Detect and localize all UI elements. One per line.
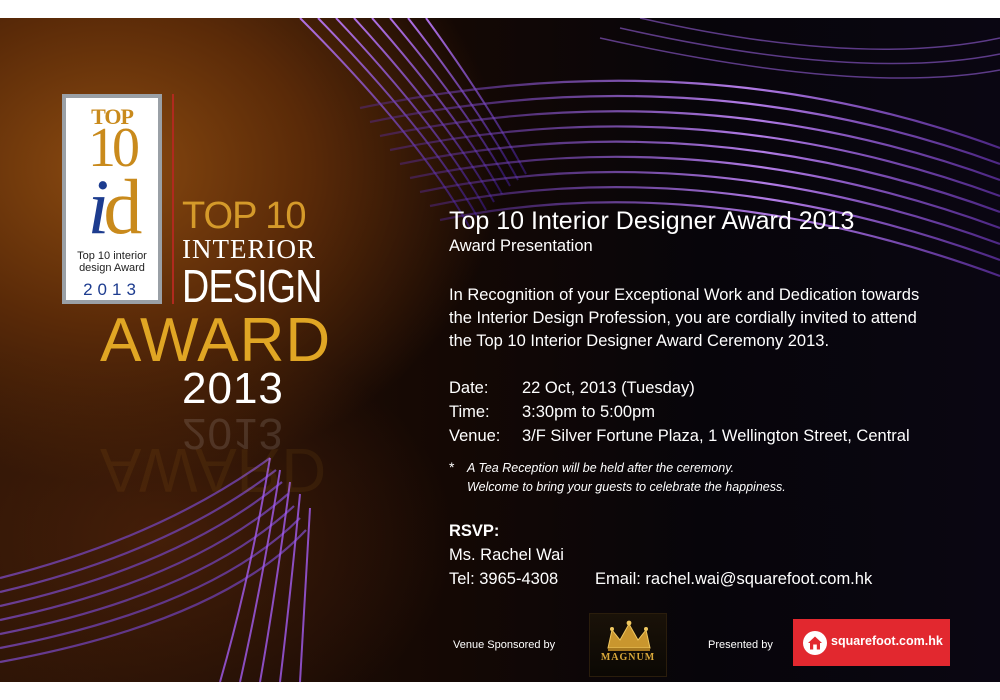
- date-row: Date: 22 Oct, 2013 (Tuesday): [449, 376, 910, 400]
- squarefoot-logo-text: squarefoot.com.hk: [831, 634, 943, 648]
- venue-label: Venue:: [449, 427, 501, 445]
- squarefoot-logo: squarefoot.com.hk: [793, 619, 950, 666]
- logo-subtitle-2: design Award: [79, 262, 145, 274]
- award-title-award: AWARD: [100, 306, 332, 375]
- invitation-paragraph: In Recognition of your Exceptional Work …: [449, 284, 949, 353]
- tea-reception-note: * A Tea Reception will be held after the …: [449, 458, 786, 497]
- asterisk-icon: *: [449, 459, 455, 475]
- house-icon: [803, 631, 827, 655]
- rsvp-telephone: Tel: 3965-4308: [449, 570, 559, 588]
- time-label: Time:: [449, 403, 490, 421]
- note-line-1: A Tea Reception will be held after the c…: [467, 461, 735, 475]
- logo-id-mark: id: [66, 168, 158, 246]
- invitation-title: Top 10 Interior Designer Award 2013: [449, 207, 855, 235]
- magnum-logo-text: MAGNUM: [600, 652, 656, 663]
- date-value: 22 Oct, 2013 (Tuesday): [522, 379, 695, 397]
- para-line-3: the Top 10 Interior Designer Award Cerem…: [449, 332, 830, 350]
- rsvp-label: RSVP:: [449, 522, 500, 540]
- invitation-card: TOP 10 id Top 10 interior design Award 2…: [0, 18, 1000, 682]
- top10id-logo: TOP 10 id Top 10 interior design Award 2…: [62, 94, 162, 304]
- logo-year: 2013: [83, 280, 141, 299]
- venue-sponsored-label: Venue Sponsored by: [453, 639, 556, 651]
- logo-divider: [172, 94, 174, 304]
- venue-row: Venue: 3/F Silver Fortune Plaza, 1 Welli…: [449, 424, 910, 448]
- note-line-2: Welcome to bring your guests to celebrat…: [467, 480, 786, 494]
- time-row: Time: 3:30pm to 5:00pm: [449, 400, 910, 424]
- award-reflection: AWARD: [100, 435, 327, 504]
- crown-icon: [607, 620, 651, 651]
- date-label: Date:: [449, 379, 489, 397]
- magnum-logo: MAGNUM: [589, 613, 667, 677]
- venue-value: 3/F Silver Fortune Plaza, 1 Wellington S…: [522, 427, 910, 445]
- invitation-subtitle: Award Presentation: [449, 237, 593, 255]
- para-line-1: In Recognition of your Exceptional Work …: [449, 286, 920, 304]
- award-title-design: DESIGN: [182, 260, 323, 312]
- time-value: 3:30pm to 5:00pm: [522, 403, 655, 421]
- event-details: Date: 22 Oct, 2013 (Tuesday) Time: 3:30p…: [449, 376, 910, 448]
- logo-subtitle-1: Top 10 interior: [77, 250, 147, 262]
- rsvp-email: Email: rachel.wai@squarefoot.com.hk: [595, 570, 873, 588]
- para-line-2: the Interior Design Profession, you are …: [449, 309, 917, 327]
- rsvp-contact-name: Ms. Rachel Wai: [449, 546, 564, 564]
- award-title-top10: TOP 10: [182, 195, 307, 237]
- award-title-year: 2013: [182, 364, 284, 413]
- logo-i: i: [87, 163, 110, 250]
- logo-d: d: [103, 163, 142, 250]
- presented-by-label: Presented by: [708, 639, 773, 651]
